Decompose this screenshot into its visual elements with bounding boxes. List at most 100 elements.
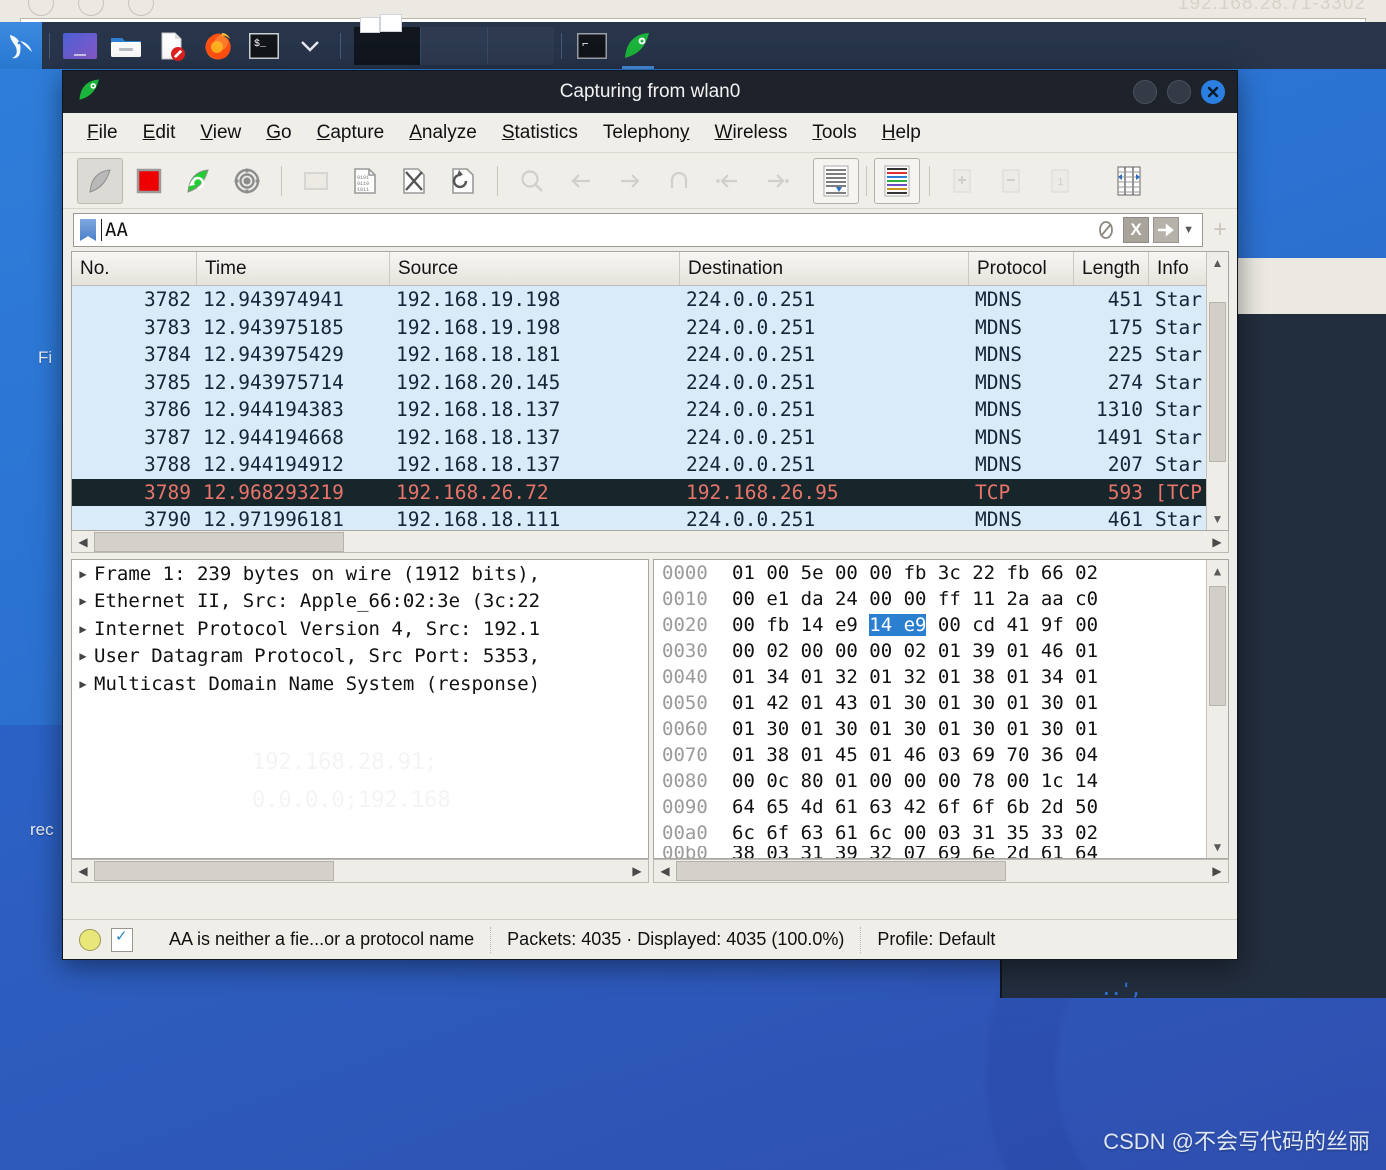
workspace-switcher[interactable] bbox=[354, 27, 554, 65]
scrollbar-thumb[interactable] bbox=[1209, 586, 1226, 706]
menu-edit[interactable]: Edit bbox=[143, 122, 176, 144]
expand-triangle-icon[interactable]: ▶ bbox=[72, 594, 94, 608]
hex-row[interactable]: 0010 00 e1 da 24 00 00 ff 11 2a aa c0 bbox=[654, 586, 1228, 612]
packet-list-horizontal-scrollbar[interactable]: ◀ ▶ bbox=[71, 531, 1229, 553]
scrollbar-thumb[interactable] bbox=[94, 532, 344, 552]
menu-capture[interactable]: Capture bbox=[317, 122, 385, 144]
expert-info-bulb-icon[interactable] bbox=[79, 929, 101, 951]
packet-list-vertical-scrollbar[interactable]: ▲ ▼ bbox=[1206, 252, 1228, 530]
hscroll-track[interactable] bbox=[94, 861, 626, 881]
scroll-up-arrow-icon[interactable]: ▲ bbox=[1207, 560, 1228, 582]
packet-list-header[interactable]: No. Time Source Destination Protocol Len… bbox=[72, 252, 1228, 286]
expand-triangle-icon[interactable]: ▶ bbox=[72, 677, 94, 691]
taskbar[interactable]: $_ ⌐ bbox=[0, 22, 1386, 69]
table-row[interactable]: 3788 12.944194912 192.168.18.137 224.0.0… bbox=[72, 451, 1228, 479]
reload-file-button[interactable] bbox=[440, 158, 486, 204]
filter-toolbar[interactable]: AA X ▼ + bbox=[63, 209, 1237, 251]
scroll-right-arrow-icon[interactable]: ▶ bbox=[626, 861, 648, 881]
resize-columns-button[interactable] bbox=[1106, 158, 1152, 204]
hex-row[interactable]: 0060 01 30 01 30 01 30 01 30 01 30 01 bbox=[654, 716, 1228, 742]
menu-help[interactable]: Help bbox=[882, 122, 921, 144]
hex-row[interactable]: 0030 00 02 00 00 00 02 01 39 01 46 01 bbox=[654, 638, 1228, 664]
table-row[interactable]: 3786 12.944194383 192.168.18.137 224.0.0… bbox=[72, 396, 1228, 424]
table-row[interactable]: 3787 12.944194668 192.168.18.137 224.0.0… bbox=[72, 424, 1228, 452]
packet-bytes-vertical-scrollbar[interactable]: ▲ ▼ bbox=[1206, 560, 1228, 858]
packet-list[interactable]: 192.168.28.91; 192.168.28.9 192.168.26. … bbox=[71, 251, 1229, 531]
column-header-protocol[interactable]: Protocol bbox=[969, 252, 1074, 285]
bytes-horizontal-scrollbar[interactable]: ◀ ▶ bbox=[653, 859, 1229, 883]
scroll-right-arrow-icon[interactable]: ▶ bbox=[1206, 861, 1228, 881]
table-row[interactable]: 3785 12.943975714 192.168.20.145 224.0.0… bbox=[72, 369, 1228, 397]
column-header-no[interactable]: No. bbox=[72, 252, 197, 285]
taskbar-file-manager[interactable] bbox=[107, 27, 145, 65]
capture-file-comment-icon[interactable] bbox=[111, 928, 133, 952]
hex-row[interactable]: 0080 00 0c 80 01 00 00 00 78 00 1c 14 bbox=[654, 768, 1228, 794]
taskbar-terminal[interactable]: $_ bbox=[245, 27, 283, 65]
scrollbar-thumb[interactable] bbox=[94, 861, 334, 881]
hex-row-selected[interactable]: 0020 00 fb 14 e9 14 e9 00 cd 41 9f 00 bbox=[654, 612, 1228, 638]
bookmark-icon[interactable] bbox=[80, 219, 96, 241]
packet-bytes-pane[interactable]: 0000 01 00 5e 00 00 fb 3c 22 fb 66 02 001… bbox=[653, 559, 1229, 859]
scrollbar-thumb[interactable] bbox=[676, 861, 1006, 881]
scroll-down-arrow-icon[interactable]: ▼ bbox=[1207, 508, 1228, 530]
menu-tools[interactable]: Tools bbox=[812, 122, 856, 144]
close-button[interactable] bbox=[1201, 80, 1225, 104]
taskbar-files-purple[interactable] bbox=[61, 27, 99, 65]
go-last-packet-button[interactable] bbox=[754, 158, 800, 204]
zoom-out-button[interactable] bbox=[988, 158, 1034, 204]
main-toolbar[interactable]: 0101 0110 1011 1 bbox=[63, 153, 1237, 209]
hex-row[interactable]: 0090 64 65 4d 61 63 42 6f 6f 6b 2d 50 bbox=[654, 794, 1228, 820]
menu-file[interactable]: File bbox=[87, 122, 118, 144]
taskbar-terminal-2[interactable]: ⌐ bbox=[573, 27, 611, 65]
go-forward-button[interactable] bbox=[607, 158, 653, 204]
expand-triangle-icon[interactable]: ▶ bbox=[72, 567, 94, 581]
status-profile[interactable]: Profile: Default bbox=[861, 927, 1011, 953]
restart-capture-button[interactable] bbox=[175, 158, 221, 204]
go-first-packet-button[interactable] bbox=[705, 158, 751, 204]
wireshark-window[interactable]: Capturing from wlan0 File Edit View Go C… bbox=[62, 70, 1238, 960]
kali-menu-button[interactable] bbox=[0, 22, 42, 69]
workspace-2[interactable] bbox=[421, 27, 488, 65]
menu-view[interactable]: View bbox=[200, 122, 241, 144]
scroll-right-arrow-icon[interactable]: ▶ bbox=[1206, 532, 1228, 552]
scroll-down-arrow-icon[interactable]: ▼ bbox=[1207, 836, 1228, 858]
table-row[interactable]: 3784 12.943975429 192.168.18.181 224.0.0… bbox=[72, 341, 1228, 369]
table-row[interactable]: 3783 12.943975185 192.168.19.198 224.0.0… bbox=[72, 314, 1228, 342]
hscroll-track[interactable] bbox=[94, 532, 1206, 552]
detail-row[interactable]: ▶ Frame 1: 239 bytes on wire (1912 bits)… bbox=[72, 560, 648, 588]
filter-actions[interactable]: X ▼ bbox=[1093, 217, 1194, 243]
go-back-button[interactable] bbox=[558, 158, 604, 204]
scroll-left-arrow-icon[interactable]: ◀ bbox=[654, 861, 676, 881]
close-file-button[interactable] bbox=[391, 158, 437, 204]
scroll-left-arrow-icon[interactable]: ◀ bbox=[72, 532, 94, 552]
hex-row[interactable]: 00b0 38 03 31 39 32 07 69 6e 2d 61 64 bbox=[654, 846, 1228, 859]
detail-row[interactable]: ▶ User Datagram Protocol, Src Port: 5353… bbox=[72, 643, 648, 671]
display-filter-input[interactable]: AA X ▼ bbox=[73, 213, 1203, 247]
find-packet-button[interactable] bbox=[509, 158, 555, 204]
column-header-source[interactable]: Source bbox=[390, 252, 680, 285]
hex-row[interactable]: 0040 01 34 01 32 01 32 01 38 01 34 01 bbox=[654, 664, 1228, 690]
minimize-button[interactable] bbox=[1133, 80, 1157, 104]
filter-value[interactable]: AA bbox=[105, 219, 128, 241]
table-row-selected[interactable]: 3789 12.968293219 192.168.26.72 192.168.… bbox=[72, 479, 1228, 507]
capture-options-button[interactable] bbox=[224, 158, 270, 204]
taskbar-dropdown[interactable] bbox=[291, 27, 329, 65]
go-to-packet-button[interactable] bbox=[656, 158, 702, 204]
stop-capture-button[interactable] bbox=[126, 158, 172, 204]
detail-row[interactable]: ▶ Internet Protocol Version 4, Src: 192.… bbox=[72, 615, 648, 643]
menubar[interactable]: File Edit View Go Capture Analyze Statis… bbox=[63, 113, 1237, 153]
detail-row[interactable]: ▶ Multicast Domain Name System (response… bbox=[72, 670, 648, 698]
menu-analyze[interactable]: Analyze bbox=[409, 122, 477, 144]
taskbar-firefox[interactable] bbox=[199, 27, 237, 65]
apply-filter-arrow-icon[interactable] bbox=[1153, 217, 1179, 243]
clear-filter-icon[interactable] bbox=[1093, 217, 1119, 243]
column-header-time[interactable]: Time bbox=[197, 252, 390, 285]
maximize-button[interactable] bbox=[1167, 80, 1191, 104]
workspace-3[interactable] bbox=[488, 27, 554, 65]
window-controls[interactable] bbox=[1133, 80, 1225, 104]
scroll-up-arrow-icon[interactable]: ▲ bbox=[1207, 252, 1228, 274]
add-filter-plus-icon[interactable]: + bbox=[1213, 216, 1227, 244]
hex-row[interactable]: 0070 01 38 01 45 01 46 03 69 70 36 04 bbox=[654, 742, 1228, 768]
detail-row[interactable]: ▶ Ethernet II, Src: Apple_66:02:3e (3c:2… bbox=[72, 588, 648, 616]
clear-display-filter-button[interactable]: X bbox=[1123, 217, 1149, 243]
